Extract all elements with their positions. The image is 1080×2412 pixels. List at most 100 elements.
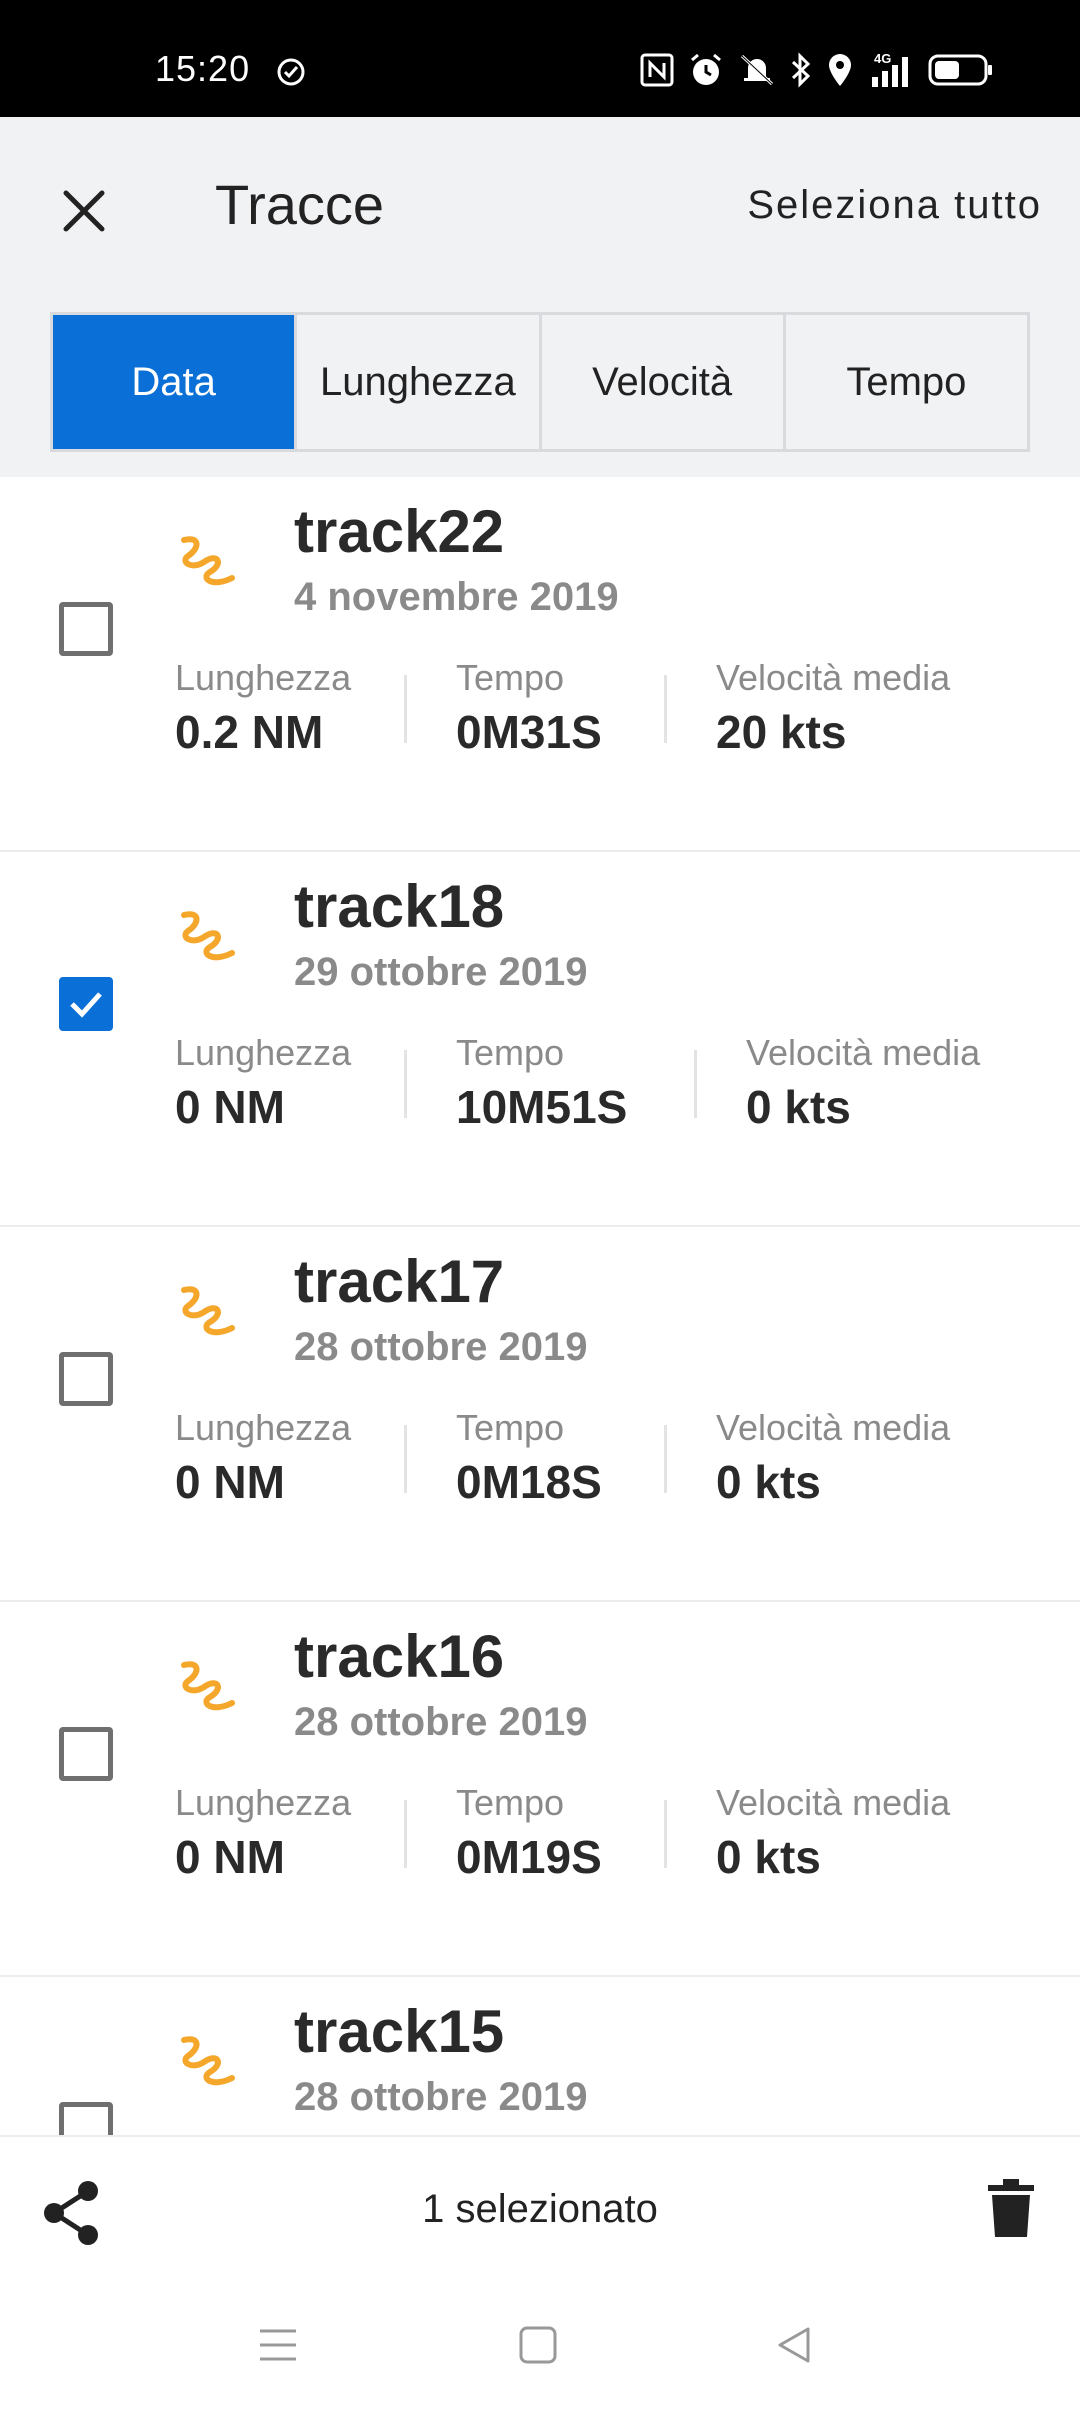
stat-speed-label: Velocità media <box>746 1032 981 1073</box>
stat-time-value: 0M19S <box>456 1831 602 1883</box>
tab-tempo[interactable]: Tempo <box>785 315 1027 449</box>
divider <box>664 675 667 743</box>
stat-time: Tempo 0M18S <box>456 1407 602 1509</box>
track-date: 28 ottobre 2019 <box>294 2075 588 2119</box>
stat-time-label: Tempo <box>456 1032 565 1073</box>
track-row[interactable]: track17 28 ottobre 2019 Lunghezza 0 NM T… <box>0 1227 1080 1602</box>
menu-icon[interactable] <box>258 2325 298 2365</box>
track-row[interactable]: track16 28 ottobre 2019 Lunghezza 0 NM T… <box>0 1602 1080 1977</box>
track-checkbox[interactable] <box>59 602 113 656</box>
header: Tracce Seleziona tutto Data Lunghezza Ve… <box>0 117 1080 477</box>
track-row[interactable]: track22 4 novembre 2019 Lunghezza 0.2 NM… <box>0 477 1080 852</box>
nfc-icon <box>640 53 674 87</box>
stat-speed-value: 0 kts <box>716 1831 821 1883</box>
status-time: 15:20 <box>155 48 251 89</box>
stat-speed-value: 20 kts <box>716 706 847 758</box>
stat-speed-value: 0 kts <box>746 1081 851 1133</box>
selected-count: 1 selezionato <box>422 2187 658 2231</box>
track-name: track18 <box>294 873 505 940</box>
stat-length-label: Lunghezza <box>175 657 352 698</box>
stat-speed-label: Velocità media <box>716 1782 951 1823</box>
stat-time-value: 0M31S <box>456 706 602 758</box>
selection-action-bar: 1 selezionato <box>0 2135 1080 2285</box>
track-name: track17 <box>294 1248 505 1315</box>
stat-speed-label: Velocità media <box>716 657 951 698</box>
system-nav-bar <box>0 2285 1080 2412</box>
stat-time: Tempo 0M19S <box>456 1782 602 1884</box>
track-icon <box>181 911 235 961</box>
track-checkbox[interactable] <box>59 1352 113 1406</box>
track-row[interactable]: track15 28 ottobre 2019 <box>0 1977 1080 2135</box>
track-icon <box>181 1286 235 1336</box>
stat-length-value: 0 NM <box>175 1456 285 1508</box>
stat-speed-value: 0 kts <box>716 1456 821 1508</box>
divider <box>404 675 407 743</box>
app-root: 15:20 4G Tracce Seleziona tutto Data Lun… <box>0 0 1080 2412</box>
back-icon[interactable] <box>774 2325 814 2365</box>
stat-time-label: Tempo <box>456 1782 565 1823</box>
stat-time-value: 0M18S <box>456 1456 602 1508</box>
stat-time: Tempo 10M51S <box>456 1032 627 1134</box>
stat-length-value: 0 NM <box>175 1081 285 1133</box>
stat-speed: Velocità media 0 kts <box>746 1032 980 1134</box>
divider <box>404 1050 407 1118</box>
bluetooth-icon <box>791 52 811 88</box>
location-icon <box>829 54 851 86</box>
tab-data[interactable]: Data <box>53 315 298 449</box>
page-title: Tracce <box>215 173 385 236</box>
checkmark-icon <box>70 992 102 1018</box>
divider <box>664 1425 667 1493</box>
close-button[interactable] <box>50 177 118 245</box>
stat-length: Lunghezza 0.2 NM <box>175 657 351 759</box>
signal-4g-icon: 4G <box>872 51 908 87</box>
tab-lunghezza[interactable]: Lunghezza <box>297 315 542 449</box>
battery-icon <box>928 54 992 86</box>
stat-length: Lunghezza 0 NM <box>175 1407 351 1509</box>
status-icons: 4G <box>640 50 994 90</box>
trash-icon[interactable] <box>988 2179 1034 2237</box>
stat-length: Lunghezza 0 NM <box>175 1032 351 1134</box>
stat-time-value: 10M51S <box>456 1081 628 1133</box>
track-row[interactable]: track18 29 ottobre 2019 Lunghezza 0 NM T… <box>0 852 1080 1227</box>
divider <box>694 1050 697 1118</box>
divider <box>664 1800 667 1868</box>
status-bar: 15:20 4G <box>0 0 1080 117</box>
stat-length-label: Lunghezza <box>175 1407 352 1448</box>
track-date: 29 ottobre 2019 <box>294 950 588 994</box>
stat-time-label: Tempo <box>456 1407 565 1448</box>
tab-velocita[interactable]: Velocità <box>541 315 786 449</box>
alarm-icon <box>691 53 721 85</box>
divider <box>404 1800 407 1868</box>
stat-length-value: 0.2 NM <box>175 706 324 758</box>
divider <box>404 1425 407 1493</box>
home-icon[interactable] <box>518 2325 558 2365</box>
stat-length-value: 0 NM <box>175 1831 285 1883</box>
track-name: track22 <box>294 498 505 565</box>
track-date: 4 novembre 2019 <box>294 575 619 619</box>
stat-speed-label: Velocità media <box>716 1407 951 1448</box>
mute-icon <box>740 54 774 86</box>
stat-speed: Velocità media 0 kts <box>716 1407 950 1509</box>
close-icon <box>63 190 105 232</box>
track-checkbox[interactable] <box>59 977 113 1031</box>
stat-time: Tempo 0M31S <box>456 657 602 759</box>
stat-length: Lunghezza 0 NM <box>175 1782 351 1884</box>
svg-text:4G: 4G <box>874 51 891 66</box>
track-list[interactable]: track22 4 novembre 2019 Lunghezza 0.2 NM… <box>0 477 1080 2135</box>
track-checkbox[interactable] <box>59 2102 113 2135</box>
sort-tabs: Data Lunghezza Velocità Tempo <box>50 312 1030 452</box>
select-all-button[interactable]: Seleziona tutto <box>747 183 1042 228</box>
stat-length-label: Lunghezza <box>175 1782 352 1823</box>
track-icon <box>181 2036 235 2086</box>
stat-length-label: Lunghezza <box>175 1032 352 1073</box>
stat-speed: Velocità media 0 kts <box>716 1782 950 1884</box>
stat-time-label: Tempo <box>456 657 565 698</box>
track-icon <box>181 1661 235 1711</box>
track-checkbox[interactable] <box>59 1727 113 1781</box>
track-icon <box>181 536 235 586</box>
stat-speed: Velocità media 20 kts <box>716 657 950 759</box>
track-date: 28 ottobre 2019 <box>294 1700 588 1744</box>
track-date: 28 ottobre 2019 <box>294 1325 588 1369</box>
track-name: track16 <box>294 1623 505 1690</box>
track-name: track15 <box>294 1998 505 2065</box>
